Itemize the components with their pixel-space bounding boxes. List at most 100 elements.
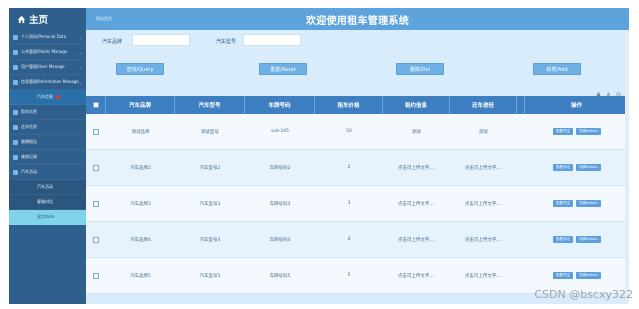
- select-all-checkbox[interactable]: [92, 102, 99, 108]
- table-cell: 50: [346, 129, 352, 134]
- sidebar-item-label: 汽车信息: [37, 94, 53, 99]
- home-link[interactable]: 主页: [9, 8, 86, 30]
- table-cell: 3: [347, 201, 351, 206]
- chevron-down-icon: ⌄: [78, 80, 82, 85]
- delete-button[interactable]: 删除/Del: [396, 63, 444, 75]
- table-cell: 2: [347, 165, 351, 170]
- sidebar-item-6[interactable]: 还车信息: [9, 120, 86, 135]
- col-header-plate[interactable]: 车牌号码: [245, 96, 315, 114]
- add-button[interactable]: 新增/Add: [533, 63, 581, 75]
- reset-button[interactable]: 重置/Reset: [259, 63, 307, 75]
- table-cell: 点击可上传文字,...: [464, 165, 503, 171]
- col-header-model[interactable]: 汽车型号: [175, 96, 245, 114]
- details-button[interactable]: 详情Details: [575, 164, 602, 171]
- menu-icon: [13, 124, 18, 130]
- table-cell: 汽车型号3: [199, 201, 221, 207]
- page-title: 欢迎使用租车管理系统: [306, 16, 409, 27]
- sidebar-item-label: 还车信息: [21, 124, 37, 129]
- notification-dot-icon: [56, 95, 60, 99]
- col-header-lease[interactable]: 租约信息: [383, 96, 450, 114]
- table-cell: 点击可上传文字,...: [397, 237, 436, 243]
- sidebar: 主页 个人资料/Personal Data ⌄ 公共管理/Public Manage…: [9, 8, 86, 304]
- menu-icon: [13, 139, 18, 145]
- row-select-cell: [86, 222, 106, 257]
- details-button[interactable]: 详情Details: [575, 236, 602, 243]
- sidebar-item-0[interactable]: 个人资料/Personal Data ⌄: [9, 30, 86, 45]
- brand-label: 主页: [29, 15, 49, 26]
- sidebar-item-5[interactable]: 租车信息: [9, 105, 86, 120]
- table-cell: 车牌号码3: [269, 201, 291, 207]
- col-header-extra: [517, 96, 525, 114]
- table-cell: 测试品牌: [131, 129, 150, 135]
- col-header-return[interactable]: 还车途径: [450, 96, 517, 114]
- row-checkbox[interactable]: [93, 272, 99, 279]
- row-checkbox[interactable]: [93, 236, 99, 243]
- details-button[interactable]: 详情Details: [575, 128, 602, 135]
- sidebar-item-7[interactable]: 故障报告: [9, 135, 86, 150]
- sidebar-item-label: 个人资料/Personal Data: [21, 34, 67, 39]
- row-checkbox[interactable]: [93, 164, 99, 171]
- sidebar-item-label: 维修记录: [21, 154, 37, 159]
- sidebar-item-label: 汽车活动: [21, 169, 37, 174]
- details-button[interactable]: 详情Details: [575, 200, 602, 207]
- row-actions: 查看评论 详情Details: [525, 150, 629, 185]
- model-input[interactable]: [243, 34, 301, 46]
- table-cell: [517, 114, 525, 149]
- table-cell: 车牌号码2: [269, 165, 291, 171]
- menu-icon: [13, 169, 18, 175]
- table-cell: 4: [347, 237, 351, 242]
- table-row[interactable]: 汽车品牌4 汽车型号4 车牌号码4 4 点击可上传文字,... 点击可上传文字,... 查看…: [86, 222, 629, 258]
- menu-icon: [13, 154, 18, 160]
- sidebar-item-11[interactable]: 客服对话: [9, 195, 86, 210]
- chevron-down-icon: ⌄: [78, 35, 82, 40]
- view-comments-button[interactable]: 查看评论: [552, 272, 573, 279]
- brand-input[interactable]: [132, 34, 190, 46]
- search-bar: 汽车品牌 汽车型号: [86, 32, 629, 52]
- table-cell: 汽车型号2: [199, 165, 221, 171]
- sidebar-item-1[interactable]: 公共管理/Public Manage ⌄: [9, 45, 86, 60]
- table-cell: 点击可上传文字,...: [464, 237, 503, 243]
- export-icon[interactable]: [606, 82, 611, 97]
- table-cell: 汽车品牌5: [130, 273, 151, 279]
- sidebar-item-3[interactable]: 信息管理/Information Manage ⌄: [9, 75, 86, 90]
- scrollbar[interactable]: [625, 30, 629, 304]
- table-tools: [596, 82, 621, 97]
- menu-icon: [13, 49, 18, 55]
- row-select-cell: [86, 186, 106, 221]
- print-icon[interactable]: [596, 82, 601, 97]
- table-row[interactable]: 测试品牌 测试型号 ssd-345 50 测试 测试 查看评论 详情Details: [86, 114, 629, 150]
- row-select-cell: [86, 150, 106, 185]
- query-button[interactable]: 查询/Query: [116, 63, 164, 75]
- sidebar-item-9[interactable]: 汽车活动: [9, 165, 86, 180]
- watermark: CSDN @bscxy322: [534, 288, 633, 301]
- table-cell: 点击可上传文字,...: [464, 273, 503, 279]
- details-button[interactable]: 详情Details: [575, 272, 602, 279]
- view-comments-button[interactable]: 查看评论: [552, 236, 573, 243]
- table-row[interactable]: 汽车品牌3 汽车型号3 车牌号码3 3 点击可上传文字,... 点击可上传文字,... 查看…: [86, 186, 629, 222]
- menu-icon: [13, 79, 18, 85]
- table-cell: 测试: [412, 129, 421, 135]
- view-comments-button[interactable]: 查看评论: [552, 164, 573, 171]
- table-cell: 点击可上传文字,...: [397, 201, 436, 207]
- brand-label-text: 汽车品牌: [102, 39, 123, 45]
- sidebar-item-8[interactable]: 维修记录: [9, 150, 86, 165]
- row-checkbox[interactable]: [93, 128, 99, 135]
- sidebar-item-label: 用户管理/User Manage: [21, 64, 65, 69]
- sidebar-item-2[interactable]: 用户管理/User Manage ⌄: [9, 60, 86, 75]
- row-actions: 查看评论 详情Details: [525, 186, 629, 221]
- table-cell: 汽车品牌3: [130, 201, 151, 207]
- table-cell: [517, 150, 525, 185]
- model-label-text: 汽车型号: [216, 39, 237, 45]
- sidebar-item-12[interactable]: 留言Note: [9, 210, 86, 225]
- view-comments-button[interactable]: 查看评论: [552, 200, 573, 207]
- sidebar-item-10[interactable]: 汽车活动: [9, 180, 86, 195]
- sidebar-item-4[interactable]: 汽车信息: [9, 90, 86, 105]
- sidebar-item-label: 故障报告: [21, 139, 37, 144]
- col-header-price[interactable]: 租车价格: [315, 96, 383, 114]
- table-row[interactable]: 汽车品牌2 汽车型号2 车牌号码2 2 点击可上传文字,... 点击可上传文字,... 查看…: [86, 150, 629, 186]
- col-header-brand[interactable]: 汽车品牌: [106, 96, 175, 114]
- view-comments-button[interactable]: 查看评论: [552, 128, 573, 135]
- table-cell: 汽车型号5: [199, 273, 221, 279]
- refresh-icon[interactable]: [616, 82, 621, 97]
- row-checkbox[interactable]: [93, 200, 99, 207]
